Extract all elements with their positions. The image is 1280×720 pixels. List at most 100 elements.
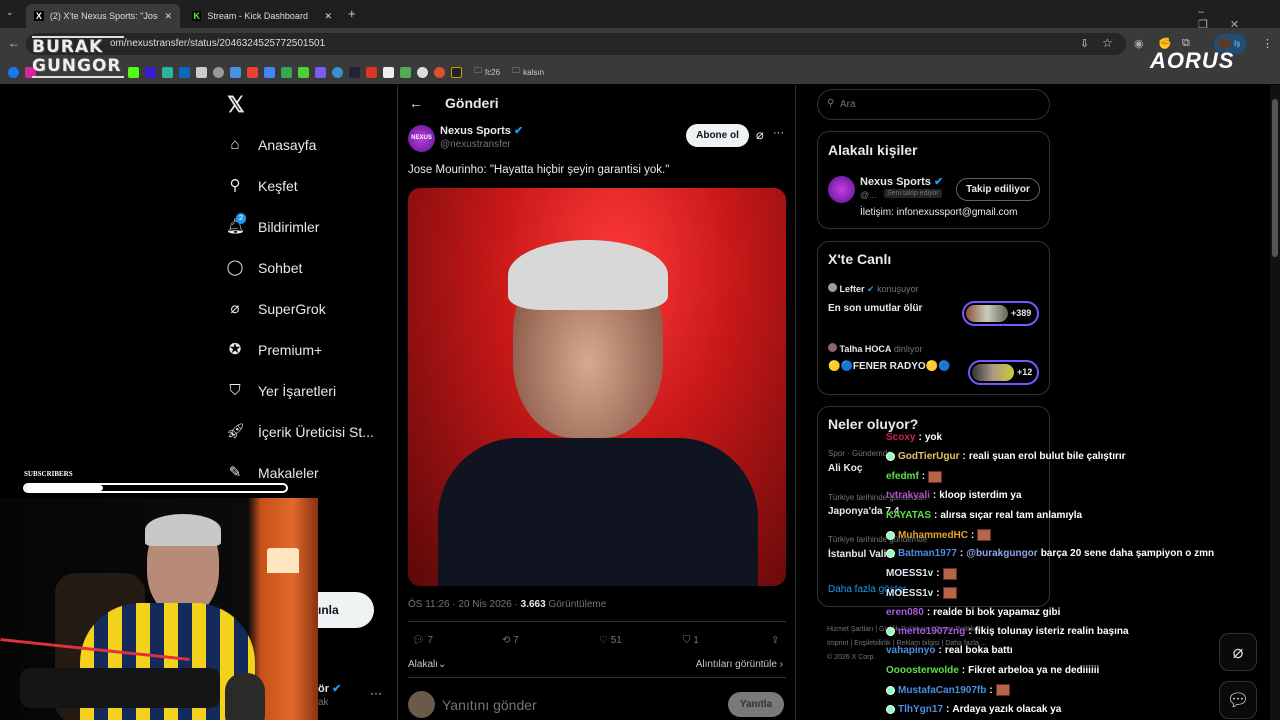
nav-item-rocket[interactable]: 🚀︎ İçerik Üreticisi St... (226, 423, 374, 441)
repost-button[interactable]: ⟲ 7 (502, 635, 599, 646)
subscribe-button[interactable]: Abone ol (686, 124, 749, 147)
chat-username[interactable]: efedmf (886, 471, 919, 482)
nav-item-grok[interactable]: ⌀ SuperGrok (226, 300, 325, 318)
bookmark-icon[interactable] (196, 66, 207, 78)
author-avatar[interactable]: NEXUS (408, 125, 435, 152)
bookmark-icon[interactable] (298, 66, 309, 78)
grok-floating-button[interactable]: ⌀ (1219, 633, 1257, 671)
author-handle[interactable]: @nexustransfer (440, 139, 511, 150)
sort-dropdown[interactable]: Alakalı⌄ (408, 659, 446, 670)
back-arrow-icon[interactable]: ← (409, 95, 423, 111)
related-avatar[interactable] (828, 176, 855, 203)
grok-icon[interactable]: ⌀ (756, 127, 764, 143)
linkedin-bookmark-icon[interactable] (179, 66, 190, 78)
bookmark-icon[interactable] (162, 66, 173, 78)
chat-username[interactable]: Scoxy (886, 432, 915, 443)
bookmark-folder-kalsin[interactable]: 🗀 kalsın (512, 65, 544, 79)
post-image[interactable] (408, 188, 786, 586)
account-name[interactable]: ör ✔ (318, 682, 341, 695)
bookmark-icon[interactable] (213, 66, 224, 78)
scrollbar-thumb[interactable] (1272, 99, 1278, 257)
amazon-bookmark-icon[interactable] (383, 66, 394, 78)
bookmark-icon[interactable] (434, 66, 445, 78)
chat-username[interactable]: MOESS1v (886, 568, 933, 579)
reply-button[interactable]: 💬︎ 7 (412, 635, 502, 646)
nav-item-bell[interactable]: 🔔︎ 2 Bildirimler (226, 213, 319, 236)
nav-item-chat[interactable]: ◯ Sohbet (226, 259, 303, 277)
bookmark-icon[interactable] (417, 66, 428, 78)
messages-floating-button[interactable]: 💬︎ (1219, 681, 1257, 719)
trend-item[interactable]: İstanbul Vali... (828, 549, 895, 560)
scrollbar[interactable] (1270, 85, 1280, 720)
bookmark-star-icon[interactable]: ☆ (1102, 36, 1113, 50)
space-listeners[interactable]: +12 (968, 360, 1039, 385)
chat-username[interactable]: MOESS1v (886, 588, 933, 599)
like-button[interactable]: ♡ 51 (599, 635, 683, 646)
related-name[interactable]: Nexus Sports ✔ (860, 175, 943, 188)
footer-link[interactable]: Imprint (827, 640, 848, 647)
nav-item-home[interactable]: ⌂ Anasayfa (226, 136, 316, 154)
bookmark-icon[interactable] (366, 66, 377, 78)
close-tab-icon[interactable]: ✕ (164, 11, 172, 22)
chat-username[interactable]: Oooosterwolde (886, 665, 959, 676)
bookmark-icon[interactable] (400, 66, 411, 78)
gmail-bookmark-icon[interactable] (247, 66, 258, 78)
share-icon[interactable]: ⇪ (771, 635, 779, 646)
bookmark-button[interactable]: ⛉ 1 (683, 635, 771, 646)
x-logo[interactable]: 𝕏 (227, 92, 245, 118)
space-title[interactable]: 🟡🔵FENER RADYO🟡🔵 (828, 361, 951, 372)
following-button[interactable]: Takip ediliyor (956, 178, 1040, 201)
author-name-text: Nexus Sports (440, 125, 511, 137)
bookmark-icon[interactable] (332, 66, 343, 78)
gemini-bookmark-icon[interactable] (230, 66, 241, 78)
post-button[interactable]: ınla (318, 592, 374, 628)
address-bar[interactable]: om/nexustransfer/status/2046324525772501… (26, 33, 1126, 55)
chat-username[interactable]: tvtrakyali (886, 490, 930, 501)
author-name[interactable]: Nexus Sports ✔ (440, 124, 523, 137)
chat-username[interactable]: TlhYgn17 (898, 704, 943, 715)
search-input[interactable]: ⚲ Ara (817, 89, 1050, 120)
nav-item-article[interactable]: ✎ Makaleler (226, 464, 319, 482)
nav-item-bookmark[interactable]: ⛉ Yer İşaretleri (226, 382, 336, 400)
chat-username[interactable]: Batman1977 (898, 548, 957, 559)
new-tab-button[interactable]: + (348, 6, 356, 21)
tab-kick-dashboard[interactable]: K Stream - Kick Dashboard ✕ (184, 4, 340, 28)
account-more-icon[interactable]: ··· (370, 686, 382, 700)
space-listeners[interactable]: +389 (962, 301, 1039, 326)
drive-bookmark-icon[interactable] (281, 66, 292, 78)
minimize-icon[interactable]: – (1198, 6, 1226, 18)
chat-username[interactable]: MustafaCan1907fb (898, 685, 986, 696)
nav-item-premium[interactable]: ✪ Premium+ (226, 341, 322, 359)
chat-username[interactable]: vahapinyo (886, 645, 935, 656)
kick-bookmark-icon[interactable] (128, 66, 139, 78)
chat-username[interactable]: merto1907zng (898, 626, 965, 637)
bookmark-icon[interactable] (315, 66, 326, 78)
bookmark-icon[interactable] (145, 66, 156, 78)
reply-submit-button[interactable]: Yanıtla (728, 692, 784, 717)
back-button[interactable]: ← (8, 36, 20, 50)
chat-username[interactable]: eren080 (886, 607, 924, 618)
more-options-icon[interactable]: ··· (773, 127, 784, 139)
bookmark-icon[interactable] (349, 66, 360, 78)
nav-item-search[interactable]: ⚲ Keşfet (226, 177, 298, 195)
docs-bookmark-icon[interactable] (264, 66, 275, 78)
chat-username[interactable]: GodTierUgur (898, 451, 959, 462)
space-title[interactable]: En son umutlar ölür (828, 303, 922, 314)
facebook-bookmark-icon[interactable] (8, 66, 19, 78)
reply-input[interactable]: Yanıtını gönder (442, 697, 537, 713)
view-quotes-link[interactable]: Alıntıları görüntüle › (696, 659, 783, 670)
chat-username[interactable]: MuhammedHC (898, 530, 968, 541)
tab-search-chevron-icon[interactable]: ⌄ (6, 7, 14, 18)
bookmark-icon[interactable] (451, 66, 462, 78)
verified-icon: ✔ (332, 683, 342, 695)
close-tab-icon[interactable]: ✕ (324, 11, 332, 22)
menu-kebab-icon[interactable]: ⋮ (1262, 37, 1273, 50)
rocket-icon: 🚀︎ (226, 423, 246, 440)
chat-username[interactable]: KAYATAS (886, 510, 931, 521)
install-app-icon[interactable]: ⇩ (1080, 37, 1089, 50)
footer-link[interactable]: Hizmet Şartları (827, 626, 873, 633)
bookmark-folder-fc26[interactable]: 🗀 fc26 (474, 65, 500, 79)
tab-x-post[interactable]: X (2) X'te Nexus Sports: "Jose Mo ✕ (26, 4, 180, 28)
trend-item[interactable]: Ali Koç (828, 463, 862, 474)
extension-icon[interactable]: ◉ (1134, 37, 1144, 50)
